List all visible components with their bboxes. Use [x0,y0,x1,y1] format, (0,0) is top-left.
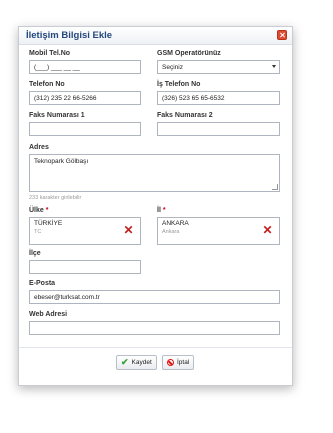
phone-label: Telefon No [29,81,65,88]
web-label: Web Adresi [29,311,68,318]
close-icon[interactable] [277,30,287,40]
dialog-titlebar: İletişim Bilgisi Ekle [19,27,292,45]
resize-handle[interactable] [272,184,278,190]
chevron-down-icon [272,65,276,68]
mobile-label: Mobil Tel.No [29,50,71,57]
cancel-button[interactable]: İptal [162,355,195,370]
mobile-input[interactable]: (___) ___ __ __ [29,60,141,74]
ban-icon [167,359,174,366]
city-lookup[interactable]: ANKARA Ankara ✕ [157,217,280,245]
fax2-label: Faks Numarası 2 [157,112,213,119]
gsm-operator-select[interactable]: Seçiniz [157,60,280,74]
save-button-label: Kaydet [131,359,152,366]
fax1-input[interactable] [29,122,141,136]
country-label: Ülke * [29,207,48,214]
gsm-operator-value: Seçiniz [162,64,183,71]
country-required-mark: * [45,207,49,214]
address-char-hint: 233 karakter girilebilir [29,195,82,201]
address-label: Adres [29,144,49,151]
remove-country-icon[interactable]: ✕ [123,224,134,236]
address-value: Teknopark Gölbaşı [34,158,89,165]
fax2-input[interactable] [157,122,280,136]
email-label: E-Posta [29,280,56,287]
district-input[interactable] [29,260,141,274]
remove-city-icon[interactable]: ✕ [262,224,273,236]
check-icon: ✔ [121,357,129,367]
fax1-label: Faks Numarası 1 [29,112,85,119]
work-phone-input[interactable]: (326) 523 65 65-6532 [157,91,280,105]
city-label-text: İl [157,207,161,214]
cancel-button-label: İptal [177,359,190,366]
district-label: İlçe [29,250,41,257]
dialog-title: İletişim Bilgisi Ekle [26,30,113,41]
phone-input[interactable]: (312) 235 22 66-5266 [29,91,141,105]
city-label: İl * [157,207,166,214]
work-phone-label: İş Telefon No [157,81,201,88]
save-button[interactable]: ✔ Kaydet [116,355,157,370]
country-lookup[interactable]: TÜRKİYE TC ✕ [29,217,141,245]
city-sub-value: Ankara [162,229,180,235]
email-input[interactable]: ebeser@turksat.com.tr [29,290,280,304]
country-code: TC [34,229,42,235]
contact-info-dialog: İletişim Bilgisi Ekle Mobil Tel.No (___)… [18,26,293,386]
country-value: TÜRKİYE [34,220,63,227]
country-label-text: Ülke [29,207,44,214]
web-input[interactable] [29,321,280,335]
footer-divider [19,347,292,348]
city-value: ANKARA [162,220,189,227]
city-required-mark: * [162,207,166,214]
address-textarea[interactable]: Teknopark Gölbaşı [29,154,280,192]
gsm-operator-label: GSM Operatörünüz [157,50,221,57]
